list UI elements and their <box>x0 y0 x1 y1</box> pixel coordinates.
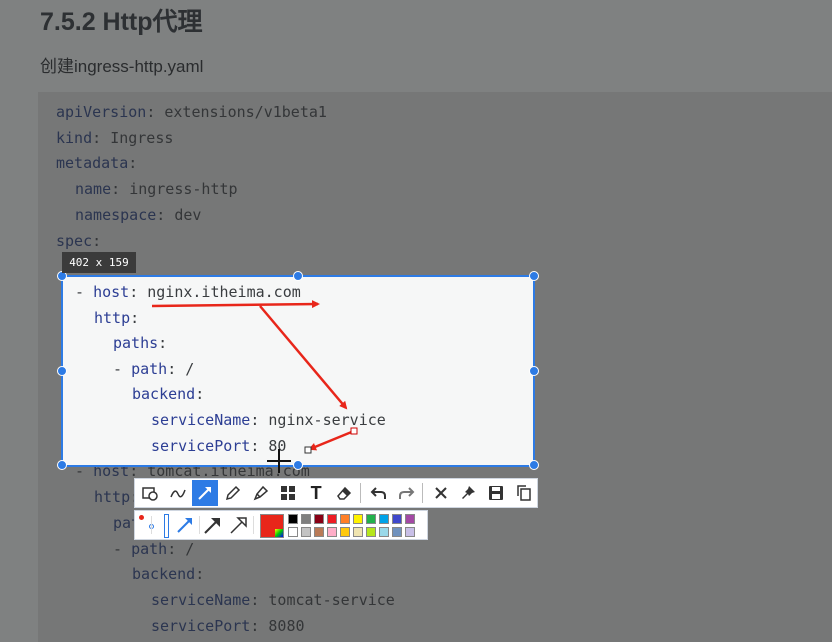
color-swatch[interactable] <box>405 514 415 524</box>
color-swatch[interactable] <box>353 527 363 537</box>
color-swatch[interactable] <box>340 514 350 524</box>
color-swatch[interactable] <box>366 527 376 537</box>
color-swatch[interactable] <box>392 527 402 537</box>
arrow-style-filled[interactable] <box>201 513 225 537</box>
stroke-size-small[interactable] <box>137 513 163 537</box>
color-swatch[interactable] <box>340 527 350 537</box>
pin-icon[interactable] <box>456 480 482 506</box>
undo-icon[interactable] <box>366 480 392 506</box>
color-swatch[interactable] <box>327 527 337 537</box>
resize-handle-bottom[interactable] <box>293 460 303 470</box>
toolbar-divider <box>422 483 424 503</box>
color-swatch[interactable] <box>301 514 311 524</box>
selection-size-label: 402 x 159 <box>62 252 136 273</box>
curve-tool-icon[interactable] <box>165 480 191 506</box>
crosshair-cursor-icon <box>278 449 280 473</box>
arrow-style-thin[interactable] <box>173 513 197 537</box>
resize-handle-top-right[interactable] <box>529 271 539 281</box>
color-swatch[interactable] <box>301 527 311 537</box>
toolbar-divider <box>359 483 361 503</box>
color-swatch[interactable] <box>392 514 402 524</box>
selection-border <box>61 275 535 467</box>
copy-icon[interactable] <box>511 480 537 506</box>
color-swatch[interactable] <box>314 527 324 537</box>
color-swatch[interactable] <box>353 514 363 524</box>
rectangle-ellipse-tool-icon[interactable] <box>137 480 163 506</box>
eraser-tool-icon[interactable] <box>331 480 357 506</box>
color-swatch[interactable] <box>379 527 389 537</box>
mosaic-tool-icon[interactable] <box>276 480 302 506</box>
resize-handle-bottom-left[interactable] <box>57 460 67 470</box>
text-tool-icon[interactable]: T <box>303 480 329 506</box>
redo-icon[interactable] <box>393 480 419 506</box>
current-color-swatch[interactable] <box>260 514 284 538</box>
resize-handle-right[interactable] <box>529 366 539 376</box>
stroke-size-slider[interactable] <box>164 514 169 538</box>
save-icon[interactable] <box>484 480 510 506</box>
resize-handle-left[interactable] <box>57 366 67 376</box>
color-swatch[interactable] <box>379 514 389 524</box>
resize-handle-bottom-right[interactable] <box>529 460 539 470</box>
color-swatch[interactable] <box>405 527 415 537</box>
pencil-tool-icon[interactable] <box>220 480 246 506</box>
highlighter-tool-icon[interactable] <box>248 480 274 506</box>
text-tool-glyph: T <box>310 482 322 503</box>
color-swatch[interactable] <box>366 514 376 524</box>
color-swatch[interactable] <box>327 514 337 524</box>
close-icon[interactable] <box>428 480 454 506</box>
color-swatch[interactable] <box>288 527 298 537</box>
resize-handle-top[interactable] <box>293 271 303 281</box>
color-swatch[interactable] <box>314 514 324 524</box>
color-swatch[interactable] <box>288 514 298 524</box>
style-toolbar <box>134 510 428 540</box>
annotation-toolbar: T <box>134 478 538 508</box>
arrow-tool-icon[interactable] <box>192 480 219 506</box>
arrow-style-outline[interactable] <box>227 513 251 537</box>
